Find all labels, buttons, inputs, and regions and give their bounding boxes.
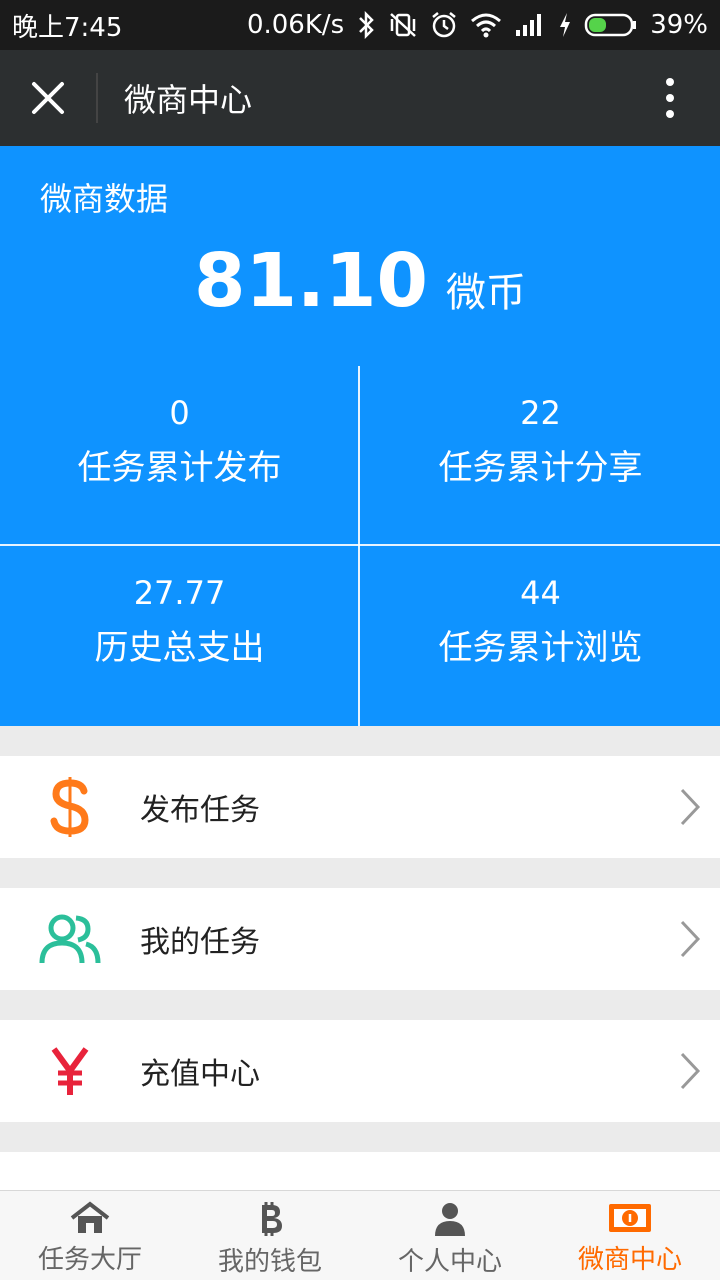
stat-label: 任务累计发布	[77, 448, 282, 488]
stat-value: 0	[169, 394, 190, 432]
menu-item-label: 发布任务	[140, 793, 260, 828]
bitcoin-icon	[262, 1202, 282, 1236]
balance-unit: 微币	[446, 270, 527, 316]
menu-item-label: 充值中心	[140, 1057, 260, 1092]
nav-label: 微商中心	[577, 1245, 682, 1275]
stats-grid: 0 任务累计发布 22 任务累计分享 27.77 历史总支出 44 任务累计浏览	[0, 366, 720, 726]
page-title: 微商中心	[124, 81, 253, 119]
status-right: 0.06K/s 39%	[247, 10, 708, 40]
bottom-nav: 任务大厅 我的钱包 个人中心 微商中心	[0, 1190, 720, 1280]
battery-icon	[584, 12, 638, 38]
stat-value: 27.77	[133, 574, 226, 612]
alarm-icon	[430, 11, 458, 39]
status-bar: 晚上7:45 0.06K/s 39%	[0, 0, 720, 50]
nav-merchant-center[interactable]: 微商中心	[540, 1191, 720, 1280]
menu-item-recharge-center[interactable]: 充值中心	[0, 1020, 720, 1122]
merchant-stats-panel: 微商数据 81.10 微币 0 任务累计发布 22 任务累计分享 27.77 历史…	[0, 146, 720, 726]
signal-icon	[514, 12, 546, 38]
grid-divider-horizontal	[0, 544, 720, 546]
stat-cell-views: 44 任务累计浏览	[361, 546, 720, 724]
grid-divider-vertical	[358, 366, 360, 726]
nav-my-wallet[interactable]: 我的钱包	[180, 1191, 360, 1280]
menu-item-label: 我的任务	[140, 925, 260, 960]
nav-label: 任务大厅	[37, 1245, 142, 1275]
person-icon	[435, 1203, 465, 1236]
stat-cell-total-spent: 27.77 历史总支出	[0, 546, 359, 724]
money-icon	[609, 1204, 651, 1232]
dollar-icon	[0, 756, 140, 858]
stat-label: 任务累计分享	[438, 448, 643, 488]
menu-item-publish-task[interactable]: 发布任务	[0, 756, 720, 858]
more-options-button[interactable]	[620, 50, 720, 146]
vibrate-off-icon	[388, 11, 418, 39]
stat-value: 44	[520, 574, 561, 612]
wifi-icon	[470, 12, 502, 38]
yuan-icon	[0, 1020, 140, 1122]
bluetooth-icon	[356, 11, 376, 39]
chevron-right-icon	[660, 756, 720, 858]
close-button[interactable]	[0, 50, 96, 146]
network-speed: 0.06K/s	[246, 10, 345, 40]
stat-label: 历史总支出	[94, 628, 265, 668]
balance-value: 81.10	[193, 238, 429, 324]
more-vertical-icon	[666, 78, 674, 118]
nav-label: 个人中心	[397, 1247, 502, 1277]
chevron-right-icon	[660, 1020, 720, 1122]
close-icon	[32, 82, 64, 114]
stat-cell-shared: 22 任务累计分享	[361, 366, 720, 544]
title-bar: 微商中心	[0, 50, 720, 146]
chevron-right-icon	[660, 888, 720, 990]
battery-level: 39%	[650, 10, 708, 40]
stat-value: 22	[520, 394, 561, 432]
stats-heading: 微商数据	[40, 180, 169, 218]
stat-label: 任务累计浏览	[438, 628, 643, 668]
status-time: 晚上7:45	[12, 12, 123, 43]
home-icon	[70, 1201, 110, 1233]
stat-cell-published: 0 任务累计发布	[0, 366, 359, 544]
menu-item-my-tasks[interactable]: 我的任务	[0, 888, 720, 990]
balance-display: 81.10 微币	[0, 238, 720, 324]
users-icon	[0, 888, 140, 990]
nav-personal-center[interactable]: 个人中心	[360, 1191, 540, 1280]
nav-label: 我的钱包	[217, 1247, 322, 1277]
charging-icon	[558, 12, 572, 38]
nav-task-hall[interactable]: 任务大厅	[0, 1191, 180, 1280]
